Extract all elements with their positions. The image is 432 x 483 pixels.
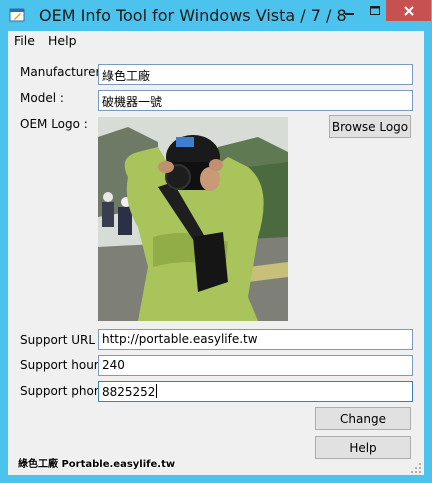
resize-grip-icon[interactable] <box>410 461 422 473</box>
app-icon <box>9 7 25 23</box>
close-button[interactable] <box>386 0 431 21</box>
client-area: File Help Manufacturer : 綠色工廠 Model : 破機… <box>8 31 424 475</box>
help-button[interactable]: Help <box>315 436 411 459</box>
menu-file[interactable]: File <box>14 33 35 48</box>
minimize-button[interactable] <box>336 0 363 21</box>
support-phone-field[interactable]: 8825252 <box>98 381 413 402</box>
minimize-icon <box>344 12 354 15</box>
model-label: Model : <box>20 91 64 105</box>
oem-logo-image <box>98 117 288 321</box>
support-url-label: Support URL : <box>20 333 103 347</box>
title-bar[interactable]: OEM Info Tool for Windows Vista / 7 / 8 <box>0 0 432 32</box>
support-url-field[interactable]: http://portable.easylife.tw <box>98 329 413 350</box>
support-hours-field[interactable]: 240 <box>98 355 413 376</box>
menu-bar: File Help <box>8 31 424 51</box>
oem-logo-label: OEM Logo : <box>20 117 88 131</box>
change-button[interactable]: Change <box>315 407 411 430</box>
maximize-button[interactable] <box>361 0 388 21</box>
model-field[interactable]: 破機器一號 <box>98 90 413 111</box>
maximize-icon <box>369 5 380 15</box>
window-title: OEM Info Tool for Windows Vista / 7 / 8 <box>39 6 347 25</box>
support-phone-value: 8825252 <box>102 385 156 399</box>
browse-logo-button[interactable]: Browse Logo <box>329 115 411 138</box>
menu-help[interactable]: Help <box>48 33 77 48</box>
manufacturer-label: Manufacturer : <box>20 65 109 79</box>
close-icon <box>403 5 414 16</box>
text-caret <box>156 384 158 398</box>
app-window: OEM Info Tool for Windows Vista / 7 / 8 … <box>0 0 432 483</box>
watermark-logo: 綠色工廠 Portable.easylife.tw <box>18 459 176 470</box>
manufacturer-field[interactable]: 綠色工廠 <box>98 64 413 85</box>
